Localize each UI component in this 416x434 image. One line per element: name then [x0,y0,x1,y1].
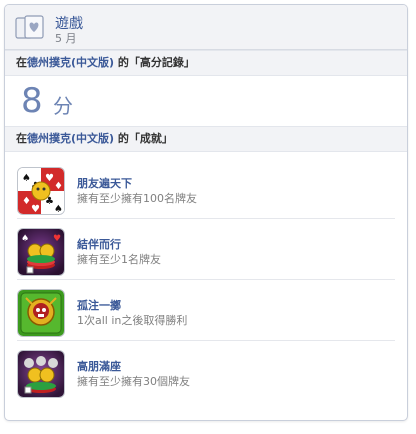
achievements-suffix: 的「成就」 [117,132,173,145]
crowd-chips-icon[interactable] [17,350,65,398]
achievement-item: 孤注一擲 1次all in之後取得勝利 [17,280,395,341]
achievement-title[interactable]: 結伴而行 [77,236,121,252]
games-card: 遊戲 5 月 在德州撲克(中文版) 的「高分記錄」 8 分 在德州撲克(中文版)… [4,4,408,421]
achievement-description: 1次all in之後取得勝利 [77,314,188,327]
svg-text:♥: ♥ [31,204,40,215]
svg-text:♥: ♥ [53,234,61,244]
poker-chips-icon[interactable]: ♠ ♥ [17,228,65,276]
score-unit: 分 [53,94,73,118]
achievement-item: ♠ ♥ 結伴而行 擁有至少1名牌友 [17,219,395,280]
cards-friends-icon[interactable]: ♠ ♣ ♥ ♦ ♦ ♥ ♣ ♠ [17,167,65,215]
high-score-heading: 在德州撲克(中文版) 的「高分記錄」 [5,50,407,76]
achievement-item: 高朋滿座 擁有至少擁有30個牌友 [17,341,395,401]
svg-text:♠: ♠ [22,173,31,184]
achievements-game-link[interactable]: 德州撲克(中文版) [27,132,114,145]
achievements-prefix: 在 [16,132,27,145]
svg-text:♠: ♠ [21,234,29,244]
achievement-item: ♠ ♣ ♥ ♦ ♦ ♥ ♣ ♠ 朋友遍天下 擁有至少擁有100名牌友 [17,158,395,219]
svg-text:♥: ♥ [45,173,54,184]
achievement-list: ♠ ♣ ♥ ♦ ♦ ♥ ♣ ♠ 朋友遍天下 擁有至少擁有100名牌友 [5,158,407,401]
games-heart-icon [15,15,44,39]
header-date: 5 月 [55,32,77,45]
achievements-heading: 在德州撲克(中文版) 的「成就」 [5,126,407,152]
high-score-suffix: 的「高分記錄」 [117,56,195,69]
score-display: 8 分 [5,76,407,126]
svg-text:♦: ♦ [22,196,31,207]
high-score-prefix: 在 [16,56,27,69]
high-score-game-link[interactable]: 德州撲克(中文版) [27,56,114,69]
games-header: 遊戲 5 月 [5,5,407,50]
achievement-description: 擁有至少擁有100名牌友 [77,192,197,205]
svg-text:♠: ♠ [54,204,63,215]
achievement-description: 擁有至少擁有30個牌友 [77,375,190,388]
achievement-title[interactable]: 高朋滿座 [77,358,121,374]
achievement-title[interactable]: 朋友遍天下 [77,175,132,191]
achievement-title[interactable]: 孤注一擲 [77,297,121,313]
svg-text:♦: ♦ [54,181,63,192]
green-skull-icon[interactable] [17,289,65,337]
score-value: 8 [21,81,43,121]
achievement-description: 擁有至少1名牌友 [77,253,161,266]
